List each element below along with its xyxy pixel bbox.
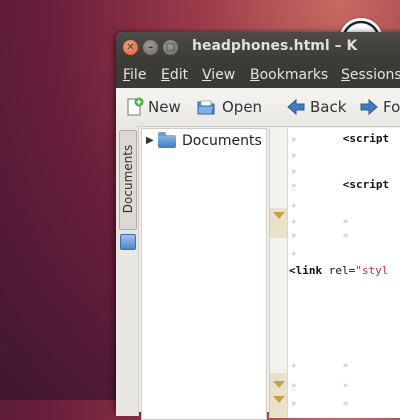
code-line: » »	[291, 217, 349, 227]
editor-window: ✕ – □ headphones.html – K File Edit View…	[116, 32, 400, 420]
menu-view[interactable]: View	[202, 67, 235, 83]
expand-arrow-icon[interactable]: ▶	[146, 135, 154, 146]
back-button[interactable]: Back	[286, 97, 348, 117]
new-label: New	[148, 98, 181, 116]
code-line: » »	[291, 361, 349, 371]
menu-sessions[interactable]: Sessions	[341, 67, 400, 83]
fold-marker-icon[interactable]	[273, 381, 285, 388]
document-tree: ▶ Documents	[141, 128, 267, 420]
back-label: Back	[310, 98, 347, 116]
code-line: »	[291, 167, 297, 177]
code-line: » »	[291, 399, 349, 409]
code-line: » <script	[291, 178, 390, 191]
code-line: »	[291, 249, 297, 259]
code-editor[interactable]: » <script » » » <script » » » » » » <lin…	[269, 128, 400, 418]
code-line: » <script	[291, 132, 390, 145]
code-line: » »	[291, 231, 349, 241]
menu-file[interactable]: File	[123, 67, 146, 83]
menu-bar: File Edit View Bookmarks Sessions	[116, 64, 400, 88]
minimize-button[interactable]: –	[143, 40, 158, 55]
maximize-button[interactable]: □	[163, 40, 178, 55]
tab-documents-label: Documents	[121, 144, 135, 214]
new-document-icon	[127, 97, 144, 116]
filesystem-tab-icon[interactable]	[120, 234, 136, 250]
window-title: headphones.html – K	[192, 38, 358, 54]
menu-edit[interactable]: Edit	[161, 67, 188, 83]
forward-label: Fo	[383, 98, 400, 116]
code-line: <link rel="styl	[289, 264, 389, 277]
back-arrow-icon	[287, 98, 305, 116]
code-line: » »	[291, 381, 349, 391]
title-bar[interactable]: ✕ – □ headphones.html – K	[116, 32, 400, 64]
code-line: »	[291, 151, 297, 161]
side-tab-bar: Documents	[116, 126, 139, 416]
toolbar: New Open Back Fo	[116, 88, 400, 127]
fold-marker-icon[interactable]	[273, 212, 285, 219]
forward-arrow-icon	[360, 98, 378, 116]
forward-button[interactable]: Fo	[359, 97, 400, 117]
open-folder-icon	[197, 100, 215, 115]
menu-bookmarks[interactable]: Bookmarks	[250, 67, 328, 83]
folder-icon	[158, 132, 176, 148]
close-button[interactable]: ✕	[123, 40, 138, 55]
tab-documents[interactable]: Documents	[119, 130, 137, 230]
open-button[interactable]: Open	[196, 97, 264, 117]
tree-item-label: Documents	[182, 133, 262, 149]
new-button[interactable]: New	[124, 97, 186, 117]
open-label: Open	[222, 98, 263, 116]
editor-gutter	[270, 128, 288, 418]
code-line: »	[291, 201, 297, 211]
